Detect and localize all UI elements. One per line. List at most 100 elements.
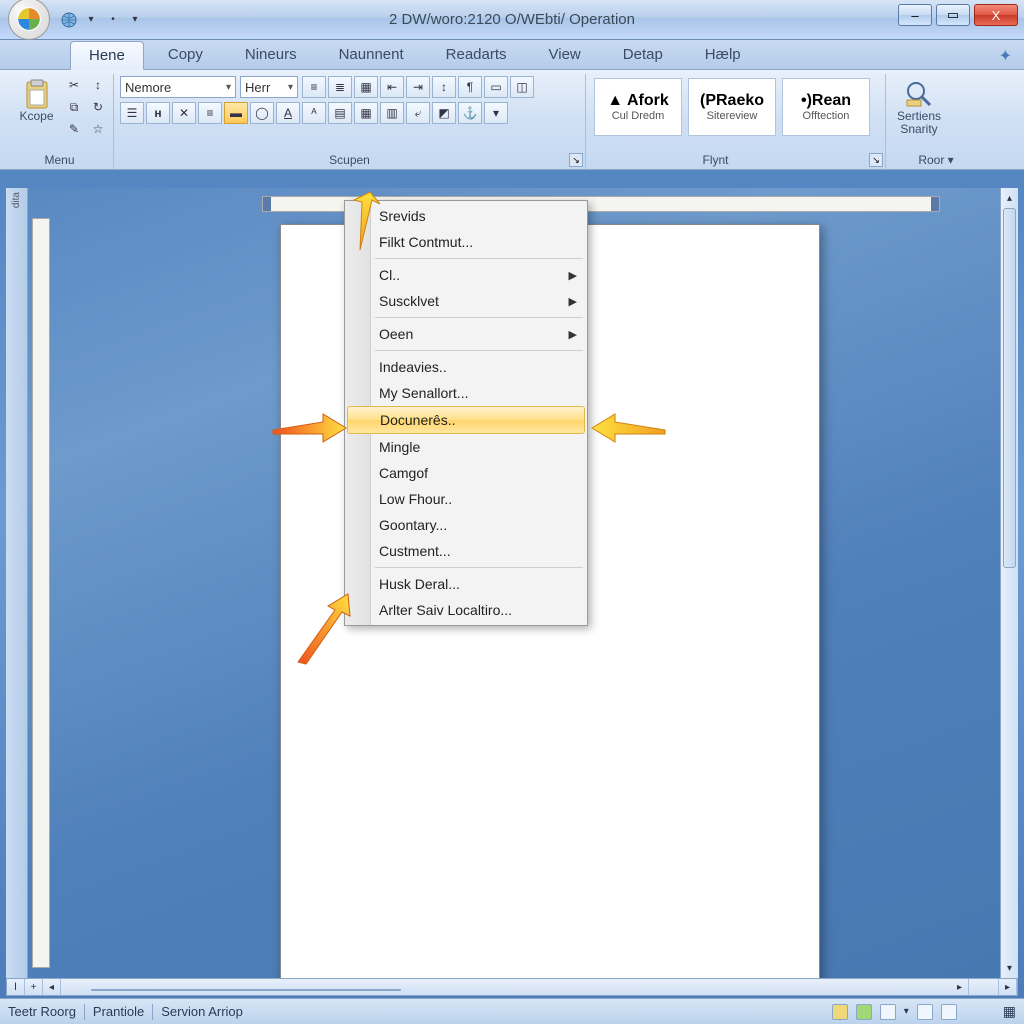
dialog-launcher-flynt[interactable]: ↘ [869,153,883,167]
font-color-button[interactable]: A [276,102,300,124]
globe-icon[interactable] [60,11,78,29]
table-button[interactable]: ▦ [354,102,378,124]
format-painter-icon[interactable]: ✎ [65,120,83,138]
submenu-arrow-icon: ▶ [569,295,577,308]
copy-icon[interactable]: ⧉ [65,98,83,116]
align-left-button[interactable]: ≡ [302,76,326,98]
object-button[interactable]: ◩ [432,102,456,124]
menu-item-custment[interactable]: Custment... [345,538,587,564]
status-dropdown-icon[interactable]: ▾ [904,1006,909,1017]
star-icon[interactable]: ☆ [89,120,107,138]
menu-item-cl[interactable]: Cl..▶ [345,262,587,288]
menu-item-mingle[interactable]: Mingle [345,434,587,460]
scroll-thumb[interactable] [1003,208,1016,568]
office-button[interactable] [8,0,50,40]
tab-hene[interactable]: Hene [70,41,144,70]
menu-item-label: Low Fhour.. [379,491,452,507]
font-name-combo[interactable]: Nemore ▾ [120,76,236,98]
scroll-up-icon[interactable]: ▴ [1001,190,1018,206]
tab-hælp[interactable]: Hælp [687,41,759,69]
status-text-1[interactable]: Teetr Roorg [8,1004,76,1019]
anchor-button[interactable]: ⚓ [458,102,482,124]
menu-item-arlter-saiv-localtiro[interactable]: Arlter Saiv Localtiro... [345,597,587,623]
close-button[interactable]: X [974,4,1018,26]
find-button[interactable]: Sertiens Snarity [892,76,946,138]
view-grid-icon[interactable]: ▦ [1003,1003,1016,1020]
tab-naunnent[interactable]: Naunnent [321,41,422,69]
status-icon-4[interactable] [917,1004,933,1020]
status-icon-3[interactable] [880,1004,896,1020]
bold-button[interactable]: ʜ [146,102,170,124]
fill-button[interactable]: ▤ [328,102,352,124]
font-size-combo[interactable]: Herr ▾ [240,76,298,98]
menu-item-label: My Senallort... [379,385,468,401]
style-card-subtitle: Cul Dredm [612,110,665,122]
help-icon[interactable]: ✦ [999,46,1012,66]
redo-icon[interactable]: ↻ [89,98,107,116]
hscroll-thumb[interactable] [91,989,401,991]
menu-item-goontary[interactable]: Goontary... [345,512,587,538]
hscroll-end[interactable]: ▸ [999,979,1017,995]
tab-view[interactable]: View [531,41,599,69]
justify-button[interactable]: ≡ [198,102,222,124]
border-button[interactable]: ▭ [484,76,508,98]
menu-item-oeen[interactable]: Oeen▶ [345,321,587,347]
sort-button[interactable]: ↕ [432,76,456,98]
circle-button[interactable]: ◯ [250,102,274,124]
tab-copy[interactable]: Copy [150,41,221,69]
outdent-button[interactable]: ⇤ [380,76,404,98]
menu-item-filkt-contmut[interactable]: Filkt Contmut... [345,229,587,255]
hscroll-right[interactable]: ▸ [951,979,969,995]
style-card-subtitle: Sitereview [707,110,758,122]
hscroll-prev[interactable]: Ⅰ [7,979,25,995]
menu-item-indeavies[interactable]: Indeavies.. [345,354,587,380]
columns-button[interactable]: ▥ [380,102,404,124]
qat-more-icon[interactable]: ▾ [126,11,144,29]
tab-readarts[interactable]: Readarts [428,41,525,69]
hscroll-left[interactable]: ◂ [43,979,61,995]
status-icon-2[interactable] [856,1004,872,1020]
menu-item-label: Goontary... [379,517,447,533]
style-card-2[interactable]: •)ReanOfftection [782,78,870,136]
status-text-3[interactable]: Servion Arriop [161,1004,243,1019]
style-card-0[interactable]: ▲ AforkCul Dredm [594,78,682,136]
maximize-button[interactable]: ▭ [936,4,970,26]
grid-button[interactable]: ▦ [354,76,378,98]
status-text-2[interactable]: Prantiole [93,1004,144,1019]
arrow-icon[interactable]: ↕ [89,76,107,94]
menu-item-camgof[interactable]: Camgof [345,460,587,486]
menu-item-suscklvet[interactable]: Suscklvet▶ [345,288,587,314]
qat-dropdown-icon[interactable]: ▾ [82,11,100,29]
hscroll-add[interactable]: + [25,979,43,995]
menu-item-husk-deral[interactable]: Husk Deral... [345,571,587,597]
status-icon-1[interactable] [832,1004,848,1020]
char-button[interactable]: ᴬ [302,102,326,124]
dialog-launcher-scupen[interactable]: ↘ [569,153,583,167]
list-button[interactable]: ☰ [120,102,144,124]
align-center-button[interactable]: ≣ [328,76,352,98]
vertical-scrollbar[interactable]: ▴ ▾ [1000,188,1018,978]
dropdown-button[interactable]: ▾ [484,102,508,124]
tab-detap[interactable]: Detap [605,41,681,69]
menu-item-srevids[interactable]: Srevids [345,203,587,229]
menu-item-label: Indeavies.. [379,359,447,375]
indent-button[interactable]: ⇥ [406,76,430,98]
horizontal-scrollbar[interactable]: Ⅰ + ◂ ▸ ▸ [6,978,1018,996]
menu-item-label: Husk Deral... [379,576,460,592]
style-card-1[interactable]: (PRaekoSitereview [688,78,776,136]
italic-button[interactable]: ✕ [172,102,196,124]
vertical-ruler[interactable] [32,218,50,968]
menu-item-my-senallort[interactable]: My Senallort... [345,380,587,406]
highlight-button[interactable]: ▬ [224,102,248,124]
shading-button[interactable]: ◫ [510,76,534,98]
menu-item-low-fhour[interactable]: Low Fhour.. [345,486,587,512]
cut-icon[interactable]: ✂ [65,76,83,94]
status-icon-5[interactable] [941,1004,957,1020]
wrap-button[interactable]: ⤶ [406,102,430,124]
tab-nineurs[interactable]: Nineurs [227,41,315,69]
paste-button[interactable]: Kcope [12,76,61,125]
show-marks-button[interactable]: ¶ [458,76,482,98]
scroll-down-icon[interactable]: ▾ [1001,960,1018,976]
menu-item-docuner-s[interactable]: Docunerês.. [347,406,585,434]
minimize-button[interactable]: – [898,4,932,26]
